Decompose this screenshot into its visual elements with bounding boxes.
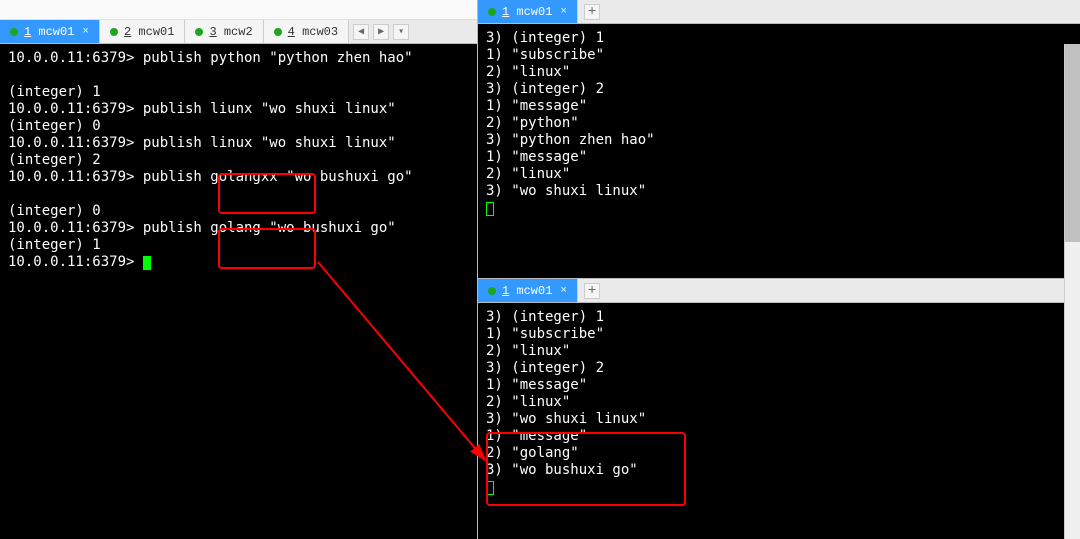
- terminal-line: 2) "linux": [486, 64, 1072, 81]
- terminal-line: 3) "python zhen hao": [486, 132, 1072, 149]
- connection-status-icon: [195, 28, 203, 36]
- tab-mcw2[interactable]: 3 mcw2: [185, 20, 263, 43]
- terminal-line: 3) "wo shuxi linux": [486, 183, 1072, 200]
- left-terminal[interactable]: 10.0.0.11:6379> publish python "python z…: [0, 44, 477, 539]
- terminal-line: 3) (integer) 1: [486, 309, 1072, 326]
- cursor: [486, 202, 494, 216]
- terminal-line: 1) "message": [486, 377, 1072, 394]
- tab-mcw01[interactable]: 1 mcw01 ×: [478, 279, 578, 302]
- connection-status-icon: [10, 28, 18, 36]
- terminal-line: [8, 186, 469, 203]
- terminal-line: (integer) 0: [8, 203, 469, 220]
- terminal-line: 1) "message": [486, 98, 1072, 115]
- cursor: [143, 256, 151, 270]
- tab-prev-button[interactable]: ◀: [353, 24, 369, 40]
- terminal-line: 10.0.0.11:6379> publish python "python z…: [8, 50, 469, 67]
- terminal-line: [486, 200, 1072, 217]
- tab-mcw01[interactable]: 2 mcw01: [100, 20, 185, 43]
- terminal-line: 10.0.0.11:6379>: [8, 254, 469, 271]
- tab-label: 2 mcw01: [124, 25, 174, 39]
- terminal-line: (integer) 0: [8, 118, 469, 135]
- new-tab-button[interactable]: +: [584, 283, 600, 299]
- close-icon[interactable]: ×: [560, 6, 567, 18]
- tab-nav: ◀ ▶ ▾: [353, 24, 409, 40]
- terminal-line: 2) "python": [486, 115, 1072, 132]
- tab-list-button[interactable]: ▾: [393, 24, 409, 40]
- terminal-line: (integer) 1: [8, 84, 469, 101]
- terminal-line: 2) "linux": [486, 394, 1072, 411]
- terminal-line: 1) "subscribe": [486, 47, 1072, 64]
- tab-label: 1 mcw01: [502, 284, 552, 298]
- tab-label: 1 mcw01: [24, 25, 74, 39]
- terminal-line: 1) "subscribe": [486, 326, 1072, 343]
- terminal-line: 3) (integer) 1: [486, 30, 1072, 47]
- tab-mcw01[interactable]: 1 mcw01 ×: [478, 0, 578, 23]
- terminal-line: 3) "wo shuxi linux": [486, 411, 1072, 428]
- terminal-line: 10.0.0.11:6379> publish golangxx "wo bus…: [8, 169, 469, 186]
- terminal-line: 10.0.0.11:6379> publish liunx "wo shuxi …: [8, 101, 469, 118]
- left-tab-bar: 1 mcw01 × 2 mcw01 3 mcw2 4 mcw03 ◀ ▶ ▾: [0, 20, 477, 44]
- terminal-line: 3) (integer) 2: [486, 81, 1072, 98]
- terminal-line: 3) "wo bushuxi go": [486, 462, 1072, 479]
- terminal-line: [8, 67, 469, 84]
- connection-status-icon: [488, 8, 496, 16]
- tab-mcw03[interactable]: 4 mcw03: [264, 20, 349, 43]
- terminal-line: [486, 479, 1072, 496]
- terminal-line: 2) "linux": [486, 343, 1072, 360]
- tab-label: 1 mcw01: [502, 5, 552, 19]
- terminal-line: 2) "linux": [486, 166, 1072, 183]
- terminal-line: 10.0.0.11:6379> publish linux "wo shuxi …: [8, 135, 469, 152]
- cursor: [486, 481, 494, 495]
- tab-label: 4 mcw03: [288, 25, 338, 39]
- terminal-line: 10.0.0.11:6379> publish golang "wo bushu…: [8, 220, 469, 237]
- tool-strip: [0, 0, 477, 20]
- right-bottom-terminal[interactable]: 3) (integer) 11) "subscribe"2) "linux"3)…: [478, 303, 1080, 539]
- right-top-terminal[interactable]: 3) (integer) 11) "subscribe"2) "linux"3)…: [478, 24, 1080, 278]
- terminal-line: 3) (integer) 2: [486, 360, 1072, 377]
- new-tab-button[interactable]: +: [584, 4, 600, 20]
- connection-status-icon: [488, 287, 496, 295]
- terminal-line: (integer) 1: [8, 237, 469, 254]
- connection-status-icon: [274, 28, 282, 36]
- close-icon[interactable]: ×: [82, 26, 89, 38]
- terminal-line: 1) "message": [486, 149, 1072, 166]
- scrollbar[interactable]: [1064, 44, 1080, 539]
- right-bottom-tab-bar: 1 mcw01 × +: [478, 279, 1080, 303]
- tab-next-button[interactable]: ▶: [373, 24, 389, 40]
- terminal-line: (integer) 2: [8, 152, 469, 169]
- terminal-line: 2) "golang": [486, 445, 1072, 462]
- right-top-tab-bar: 1 mcw01 × +: [478, 0, 1080, 24]
- close-icon[interactable]: ×: [560, 285, 567, 297]
- connection-status-icon: [110, 28, 118, 36]
- terminal-line: 1) "message": [486, 428, 1072, 445]
- tab-mcw01[interactable]: 1 mcw01 ×: [0, 20, 100, 43]
- tab-label: 3 mcw2: [209, 25, 252, 39]
